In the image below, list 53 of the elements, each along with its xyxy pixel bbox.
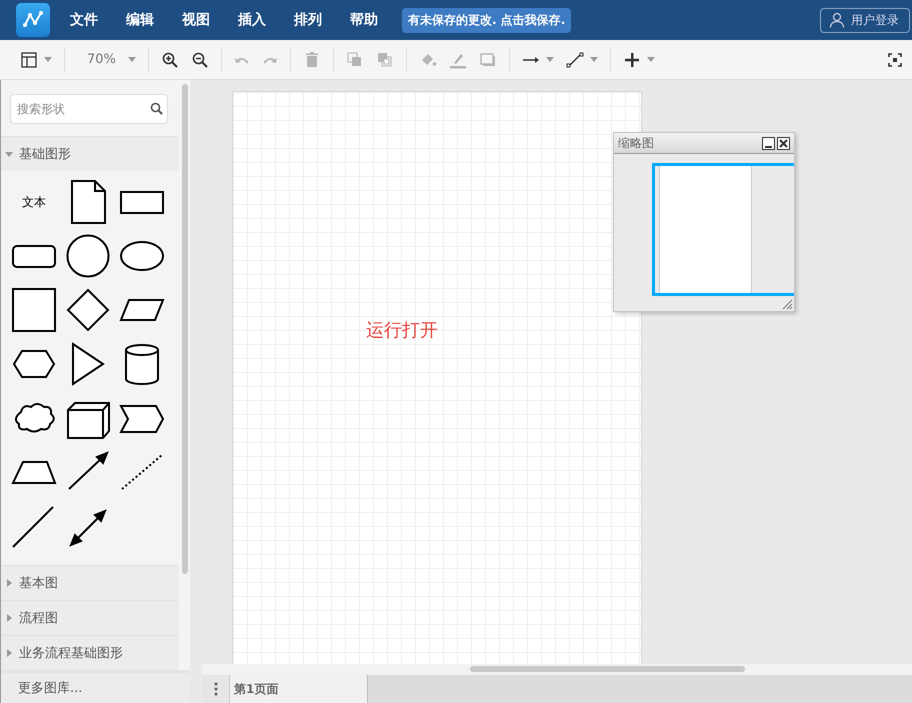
menu-item[interactable]: 帮助 <box>350 11 378 29</box>
section-header[interactable]: 流程图 <box>1 600 179 635</box>
square-shape[interactable] <box>9 287 59 333</box>
menu-item[interactable]: 排列 <box>294 11 322 29</box>
insert-icon <box>622 50 641 68</box>
menu-item[interactable]: 插入 <box>238 11 266 29</box>
pages-menu-button[interactable] <box>202 675 230 703</box>
to-front-icon <box>346 50 364 68</box>
section-header[interactable]: 基础图形 <box>1 136 179 171</box>
caret-icon <box>590 57 598 62</box>
minimize-icon[interactable] <box>762 136 775 150</box>
resize-grip-icon[interactable] <box>782 299 793 310</box>
layout-icon <box>20 50 38 68</box>
to-back-icon <box>376 50 394 68</box>
more-libraries-link[interactable]: 更多图库... <box>1 670 190 703</box>
caret-right-icon <box>5 649 13 657</box>
caret-right-icon <box>5 614 13 622</box>
menu-item[interactable]: 视图 <box>182 11 210 29</box>
waypoint-icon <box>566 50 584 68</box>
menu-item[interactable]: 编辑 <box>126 11 154 29</box>
caret-right-icon <box>5 579 13 587</box>
shadow-icon <box>478 50 497 68</box>
text-shape[interactable]: 文本 <box>22 194 46 210</box>
menu-item[interactable]: 文件 <box>70 11 98 29</box>
more-icon <box>214 682 218 696</box>
caret-down-icon <box>5 150 13 158</box>
redo-icon <box>262 55 278 64</box>
search-icon[interactable] <box>150 102 163 115</box>
viewport-frame[interactable] <box>652 163 794 296</box>
scrollbar-thumb[interactable] <box>470 666 745 672</box>
save-notice-button[interactable]: 有未保存的更改. 点击我保存. <box>402 8 572 32</box>
search-field[interactable]: 搜索形状 <box>10 94 168 124</box>
panel-title: 缩略图 <box>618 134 655 152</box>
login-button[interactable]: 用户登录 <box>820 8 910 32</box>
zoom-in-icon <box>160 50 179 68</box>
zoom-dropdown[interactable]: 70% <box>71 49 142 70</box>
connector-icon <box>522 56 540 64</box>
close-icon[interactable] <box>777 136 790 150</box>
app-logo-icon[interactable] <box>16 3 50 37</box>
caret-icon <box>128 57 136 62</box>
fit-icon[interactable] <box>888 52 902 66</box>
zoom-out-icon <box>190 50 209 68</box>
canvas-text[interactable]: 运行打开 <box>366 318 438 342</box>
user-icon <box>829 12 845 28</box>
scrollbar-thumb[interactable] <box>182 84 188 574</box>
undo-icon <box>234 55 250 64</box>
page-tab[interactable]: 第1页面 <box>230 675 368 703</box>
caret-icon <box>546 57 554 62</box>
section-header[interactable]: 业务流程基础图形 <box>1 635 179 670</box>
splitter-handle[interactable] <box>190 80 202 703</box>
section-header[interactable]: 基本图 <box>1 565 179 600</box>
caret-icon <box>646 57 655 62</box>
caret-icon <box>44 57 52 62</box>
